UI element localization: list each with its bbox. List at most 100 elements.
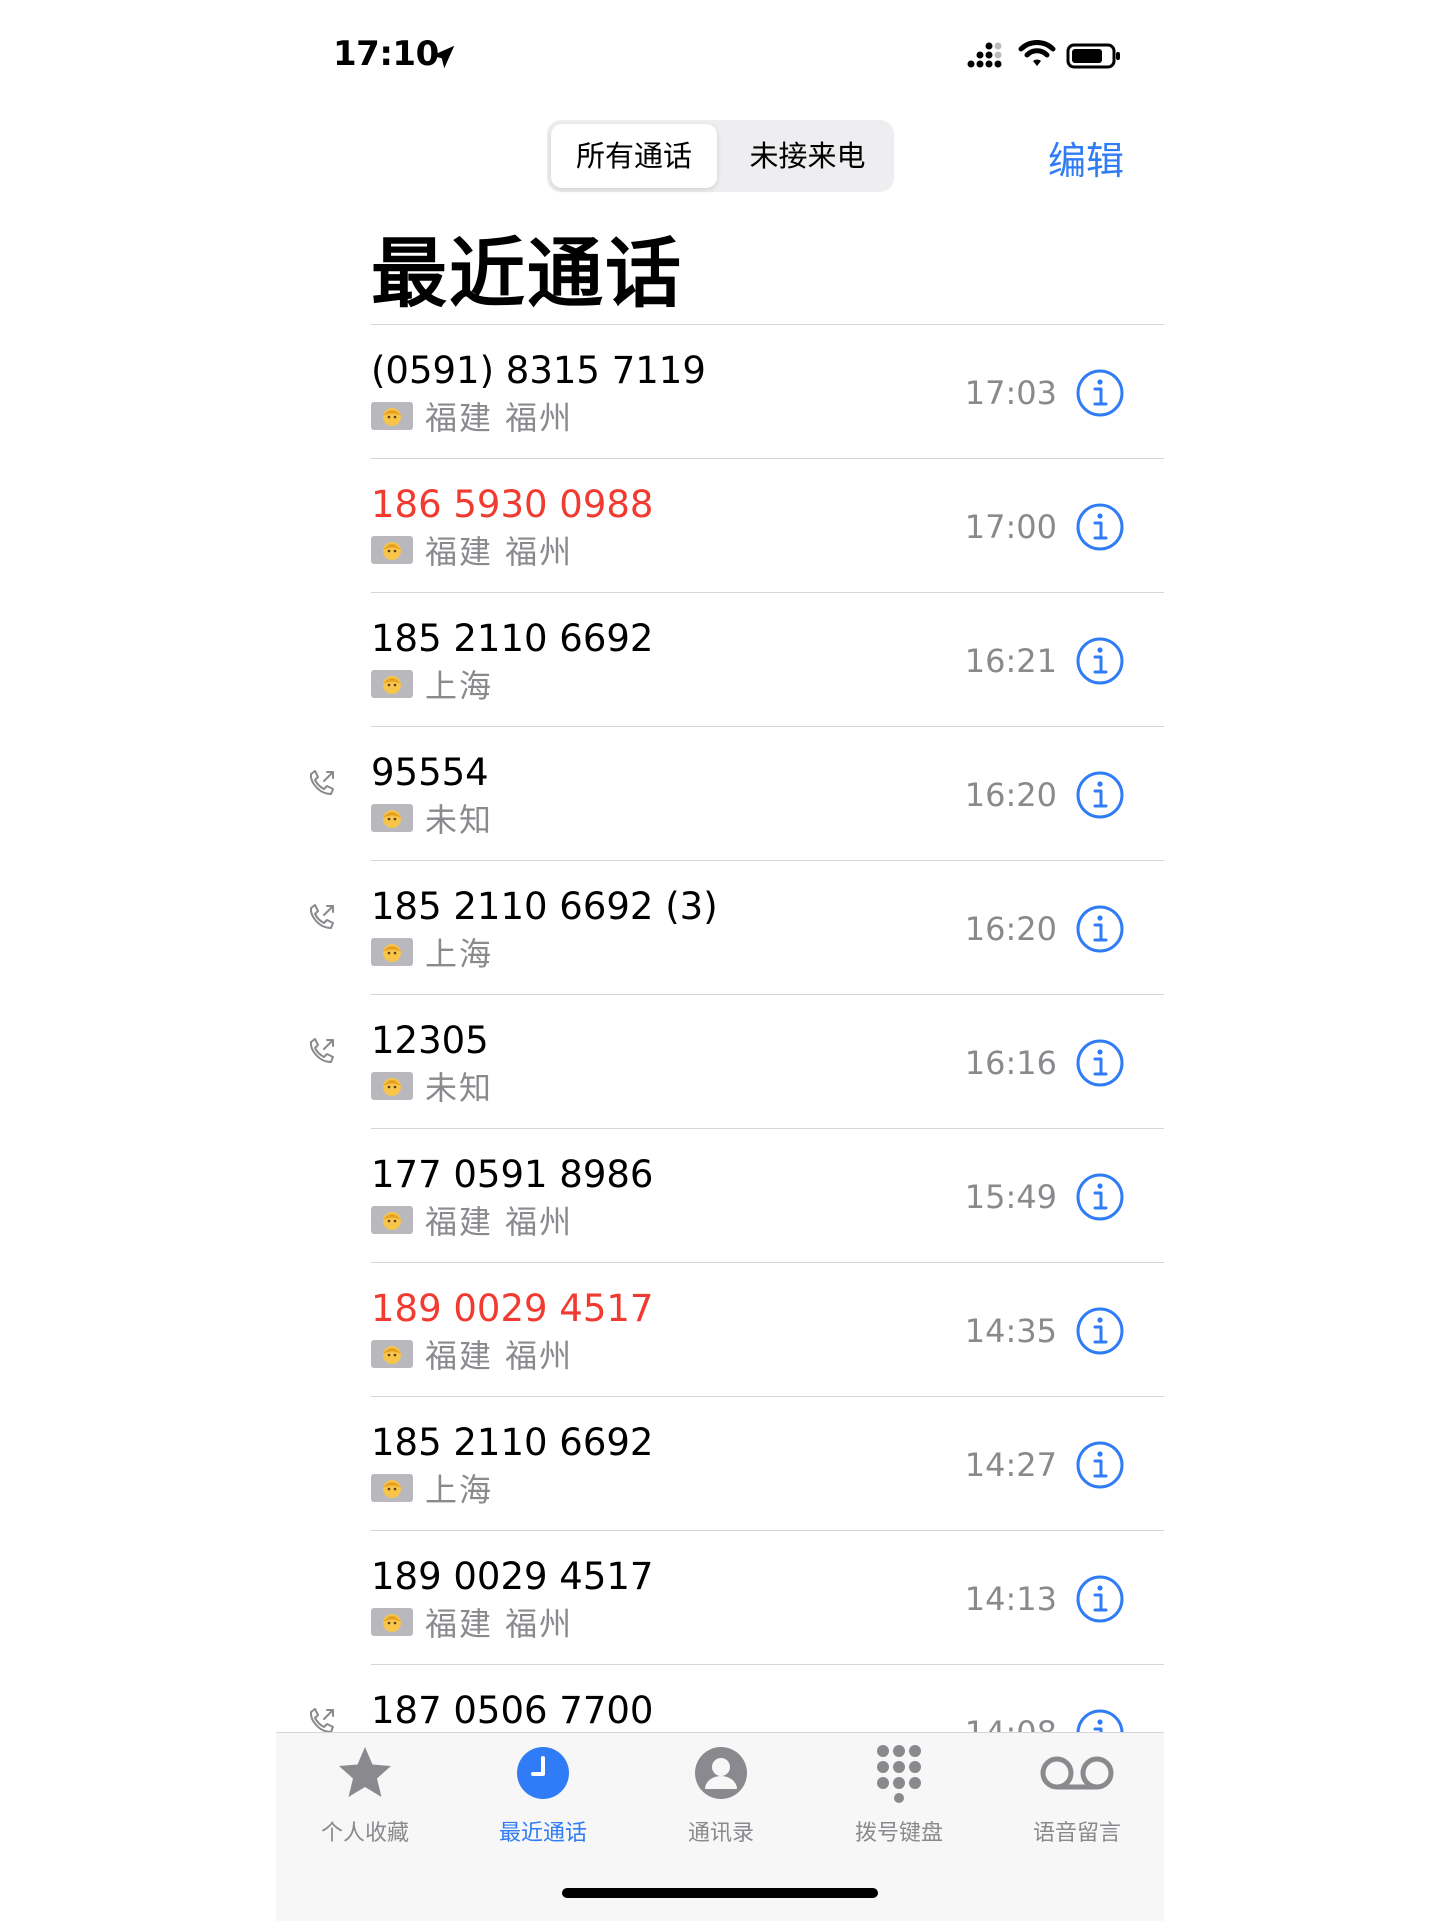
edit-button[interactable]: 编辑: [1048, 130, 1124, 185]
info-icon[interactable]: [1075, 904, 1125, 954]
call-location: 福建 福州: [425, 1605, 574, 1643]
caller-location-icon: [371, 1340, 413, 1368]
info-icon[interactable]: [1075, 1440, 1125, 1490]
tab-label: 拨号键盘: [854, 1821, 943, 1846]
call-time: 17:00: [964, 508, 1057, 546]
call-row[interactable]: (0591) 8315 7119 福建 福州 17:03: [0, 324, 1440, 458]
call-row[interactable]: 185 2110 6692 上海 16:21: [0, 592, 1440, 726]
call-subtitle: 福建 福州: [371, 1334, 574, 1375]
location-arrow-icon: [431, 45, 455, 69]
caller-location-icon: [371, 1608, 413, 1636]
call-row[interactable]: 185 2110 6692 (3) 上海 16:20: [0, 860, 1440, 994]
call-subtitle: 福建 福州: [371, 1602, 574, 1643]
segment-missed-calls[interactable]: 未接来电: [725, 124, 890, 188]
tab-keypad[interactable]: 拨号键盘: [810, 1733, 988, 1853]
call-subtitle: 上海: [371, 932, 494, 973]
call-location: 未知: [425, 801, 494, 839]
clock-icon: [517, 1747, 569, 1799]
caller-location-icon: [371, 536, 413, 564]
info-icon[interactable]: [1075, 368, 1125, 418]
outgoing-call-icon: [309, 770, 334, 795]
info-icon[interactable]: [1075, 1574, 1125, 1624]
call-location: 福建 福州: [425, 533, 574, 571]
caller-location-icon: [371, 938, 413, 966]
call-time: 15:49: [964, 1178, 1057, 1216]
outgoing-call-icon: [309, 904, 334, 929]
page-title: 最近通话: [371, 229, 683, 318]
call-number: 186 5930 0988: [371, 483, 654, 526]
call-time: 14:27: [964, 1446, 1057, 1484]
info-icon[interactable]: [1075, 1038, 1125, 1088]
call-row[interactable]: 186 5930 0988 福建 福州 17:00: [0, 458, 1440, 592]
call-filter-segmented-control: 所有通话 未接来电: [547, 120, 894, 192]
segment-all-calls[interactable]: 所有通话: [551, 124, 717, 188]
caller-location-icon: [371, 670, 413, 698]
call-time: 17:03: [964, 374, 1057, 412]
status-time: 17:10: [333, 34, 439, 74]
call-location: 福建 福州: [425, 1203, 574, 1241]
call-number: 189 0029 4517: [371, 1287, 654, 1330]
call-time: 14:35: [964, 1312, 1057, 1350]
caller-location-icon: [371, 1206, 413, 1234]
call-subtitle: 未知: [371, 798, 494, 839]
star-icon: [339, 1747, 391, 1797]
call-subtitle: 福建 福州: [371, 1200, 574, 1241]
tab-favorites[interactable]: 个人收藏: [276, 1733, 454, 1853]
call-subtitle: 上海: [371, 1468, 494, 1509]
call-number: 185 2110 6692 (3): [371, 885, 718, 928]
call-subtitle: 未知: [371, 1066, 494, 1107]
caller-location-icon: [371, 402, 413, 430]
call-location: 福建 福州: [425, 399, 574, 437]
call-row[interactable]: 12305 未知 16:16: [0, 994, 1440, 1128]
tab-contacts[interactable]: 通讯录: [632, 1733, 810, 1853]
contact-icon: [695, 1747, 747, 1799]
call-number: 185 2110 6692: [371, 617, 654, 660]
call-subtitle: 福建 福州: [371, 530, 574, 571]
voicemail-icon: [1040, 1756, 1114, 1790]
keypad-icon: [877, 1745, 921, 1803]
call-row[interactable]: 189 0029 4517 福建 福州 14:35: [0, 1262, 1440, 1396]
call-time: 16:16: [964, 1044, 1057, 1082]
tab-label: 最近通话: [498, 1821, 587, 1846]
call-number: 177 0591 8986: [371, 1153, 654, 1196]
tab-recents[interactable]: 最近通话: [454, 1733, 632, 1853]
call-number: 12305: [371, 1019, 489, 1062]
tab-label: 语音留言: [1032, 1821, 1121, 1846]
call-subtitle: 上海: [371, 664, 494, 705]
call-number: 185 2110 6692: [371, 1421, 654, 1464]
call-row[interactable]: 177 0591 8986 福建 福州 15:49: [0, 1128, 1440, 1262]
call-row[interactable]: 189 0029 4517 福建 福州 14:13: [0, 1530, 1440, 1664]
info-icon[interactable]: [1075, 1172, 1125, 1222]
tab-voicemail[interactable]: 语音留言: [988, 1733, 1166, 1853]
call-row[interactable]: 95554 未知 16:20: [0, 726, 1440, 860]
call-location: 未知: [425, 1069, 494, 1107]
info-icon[interactable]: [1075, 1306, 1125, 1356]
home-indicator: [562, 1888, 878, 1898]
info-icon[interactable]: [1075, 770, 1125, 820]
call-number: 189 0029 4517: [371, 1555, 654, 1598]
call-number: 187 0506 7700: [371, 1689, 654, 1732]
caller-location-icon: [371, 1474, 413, 1502]
tab-label: 通讯录: [687, 1821, 754, 1846]
call-time: 16:20: [964, 910, 1057, 948]
wifi-icon: [1018, 40, 1056, 66]
caller-location-icon: [371, 1072, 413, 1100]
outgoing-call-icon: [309, 1038, 334, 1063]
cellular-signal-icon: [967, 42, 1002, 68]
call-location: 上海: [425, 667, 494, 705]
call-location: 福建 福州: [425, 1337, 574, 1375]
call-row[interactable]: 185 2110 6692 上海 14:27: [0, 1396, 1440, 1530]
call-location: 上海: [425, 1471, 494, 1509]
call-time: 16:20: [964, 776, 1057, 814]
call-time: 14:13: [964, 1580, 1057, 1618]
call-subtitle: 福建 福州: [371, 396, 574, 437]
info-icon[interactable]: [1075, 502, 1125, 552]
info-icon[interactable]: [1075, 636, 1125, 686]
call-time: 16:21: [964, 642, 1057, 680]
call-number: (0591) 8315 7119: [371, 349, 706, 392]
tab-label: 个人收藏: [320, 1821, 409, 1846]
call-number: 95554: [371, 751, 489, 794]
phone-screen: 17:10 所有通话 未接来电 编辑 最近通话 (0591) 8315 7119…: [0, 0, 1440, 1921]
call-location: 上海: [425, 935, 494, 973]
battery-icon: [1066, 43, 1120, 69]
